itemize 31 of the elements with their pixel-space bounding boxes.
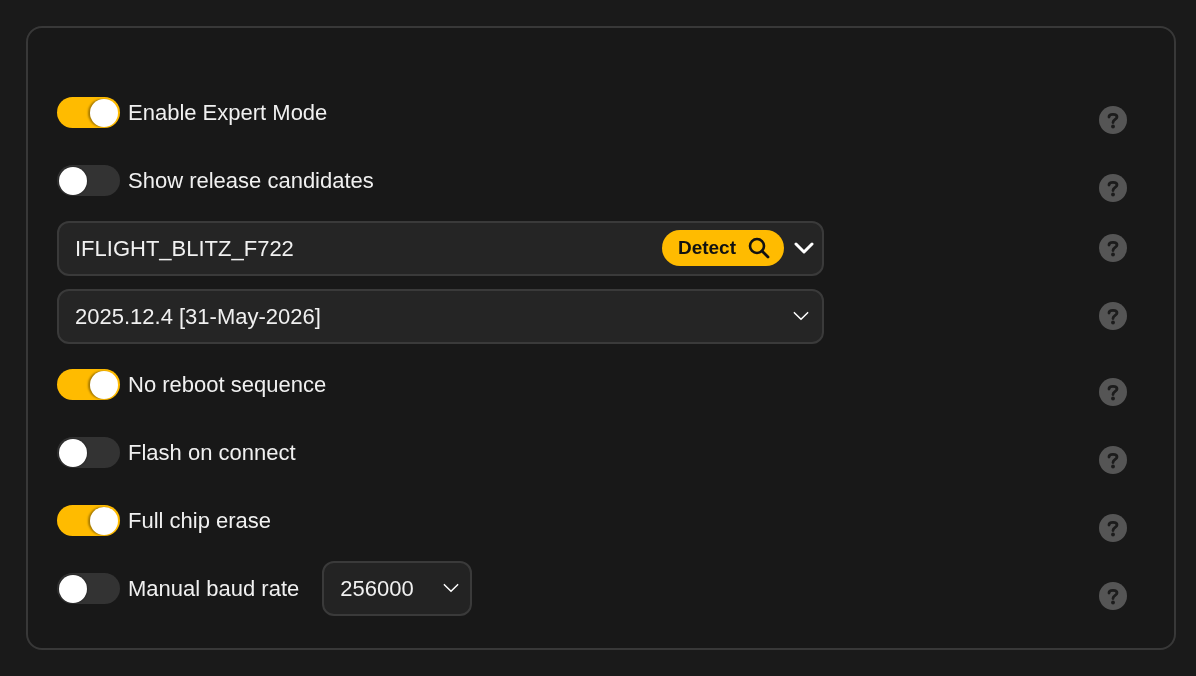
help-icon[interactable] <box>1099 513 1127 542</box>
option-label: Enable Expert Mode <box>128 98 328 127</box>
dropdown-value: 256000 <box>340 574 414 603</box>
help-icon[interactable] <box>1099 105 1127 134</box>
chevron-down-icon <box>794 242 814 254</box>
dropdown-value: 2025.12.4 [31-May-2026] <box>75 302 322 331</box>
toggle-switch[interactable] <box>57 436 120 468</box>
dropdown-value: IFLIGHT_BLITZ_F722 <box>75 234 295 263</box>
help-icon[interactable] <box>1099 173 1127 202</box>
help-icon[interactable] <box>1099 581 1127 610</box>
option-label: Manual baud rate <box>128 574 300 603</box>
toggle-switch[interactable] <box>57 164 120 196</box>
help-icon[interactable] <box>1099 377 1127 406</box>
option-label: Show release candidates <box>128 166 374 195</box>
baud-rate-dropdown[interactable]: 256000 <box>322 560 473 616</box>
chevron-down-icon <box>442 583 461 593</box>
help-icon[interactable] <box>1099 445 1127 474</box>
toggle-switch[interactable] <box>57 572 120 604</box>
option-label: Full chip erase <box>128 506 272 535</box>
chevron-down-icon <box>792 311 810 321</box>
dropdown-field[interactable]: 2025.12.4 [31-May-2026] <box>57 288 824 344</box>
option-label: No reboot sequence <box>128 370 327 399</box>
toggle-switch[interactable] <box>57 368 120 400</box>
option-label: Flash on connect <box>128 438 296 467</box>
dropdown-field[interactable]: IFLIGHT_BLITZ_F722 Detect <box>57 220 824 276</box>
detect-button[interactable]: Detect <box>661 230 784 266</box>
help-icon[interactable] <box>1099 302 1127 330</box>
search-icon <box>748 237 770 259</box>
toggle-switch[interactable] <box>57 96 120 128</box>
help-icon[interactable] <box>1099 234 1127 262</box>
toggle-switch[interactable] <box>57 504 120 536</box>
